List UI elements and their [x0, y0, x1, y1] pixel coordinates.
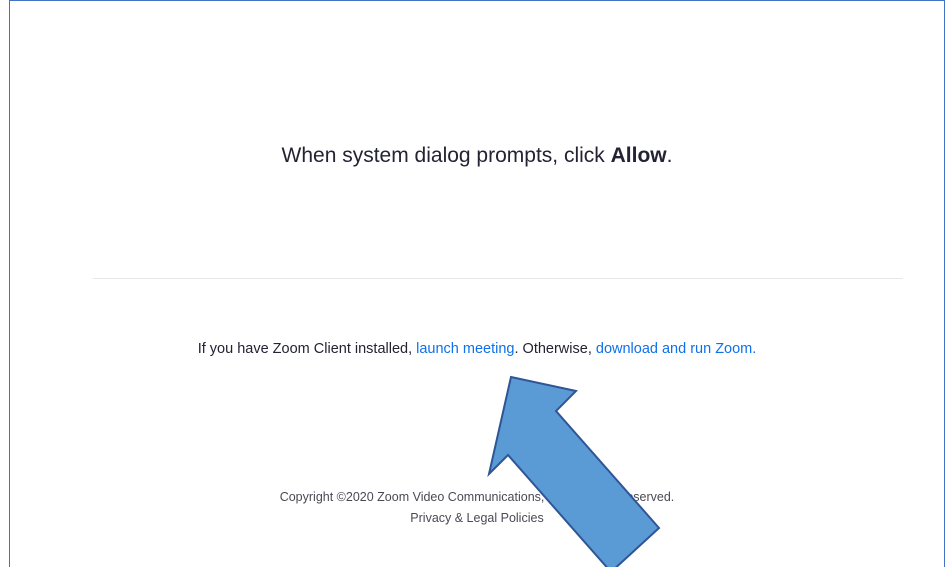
download-zoom-link[interactable]: download and run Zoom. — [596, 341, 756, 357]
system-dialog-prompt: When system dialog prompts, click Allow. — [10, 144, 944, 168]
launch-middle: . Otherwise, — [514, 341, 596, 357]
prompt-allow-bold: Allow — [610, 144, 667, 167]
launch-instructions: If you have Zoom Client installed, launc… — [10, 341, 944, 357]
prompt-text: When system dialog prompts, click — [281, 144, 611, 167]
privacy-policy-link[interactable]: Privacy & Legal Policies — [10, 508, 944, 529]
copyright-text: Copyright ©2020 Zoom Video Communication… — [279, 490, 675, 504]
prompt-period: . — [666, 144, 673, 167]
launch-prefix: If you have Zoom Client installed, — [197, 341, 417, 357]
launch-meeting-link[interactable]: launch meeting — [416, 341, 514, 357]
footer: Copyright ©2020 Zoom Video Communication… — [10, 487, 944, 529]
page-frame: When system dialog prompts, click Allow.… — [9, 0, 945, 567]
divider — [93, 278, 903, 279]
